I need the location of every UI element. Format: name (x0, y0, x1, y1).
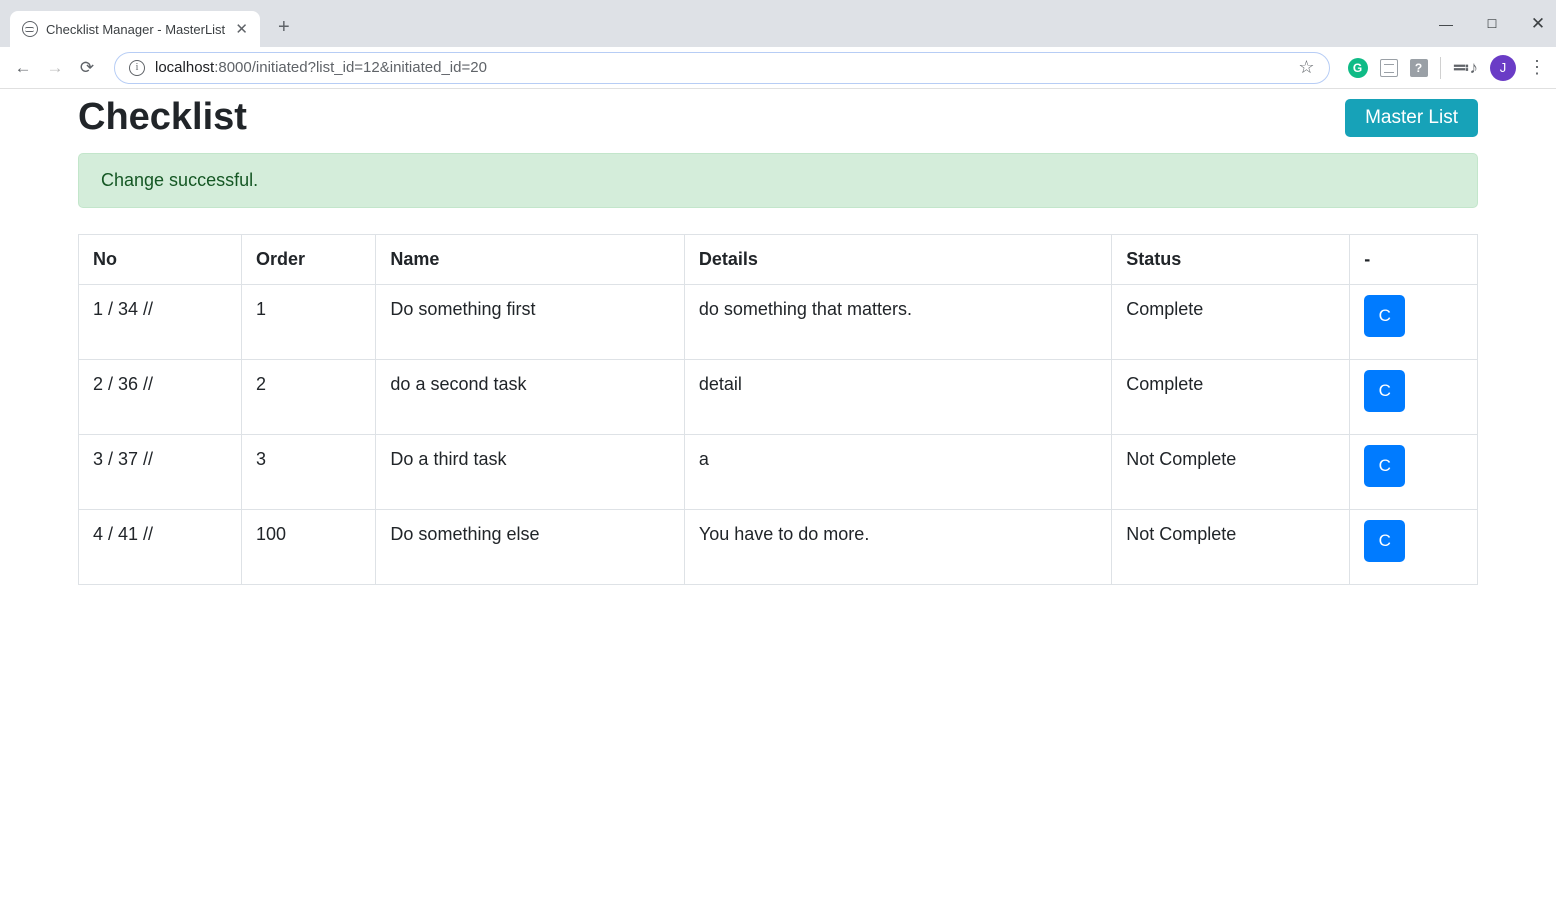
cell-order: 1 (242, 285, 376, 360)
checklist-table: No Order Name Details Status - 1 / 34 //… (78, 234, 1478, 585)
cell-actions: C (1350, 510, 1478, 585)
site-info-icon[interactable]: i (129, 60, 145, 76)
maximize-button[interactable]: ☐ (1482, 17, 1502, 31)
success-alert: Change successful. (78, 153, 1478, 208)
cell-status: Not Complete (1112, 510, 1350, 585)
col-header-status: Status (1112, 235, 1350, 285)
complete-button[interactable]: C (1364, 520, 1405, 562)
browser-tab[interactable]: Checklist Manager - MasterList ✕ (10, 11, 260, 47)
cell-details: a (684, 435, 1111, 510)
minimize-button[interactable]: — (1436, 16, 1456, 32)
cell-no: 4 / 41 // (79, 510, 242, 585)
cell-no: 2 / 36 // (79, 360, 242, 435)
cell-order: 2 (242, 360, 376, 435)
col-header-details: Details (684, 235, 1111, 285)
col-header-name: Name (376, 235, 684, 285)
browser-toolbar: ← → ⟳ i localhost:8000/initiated?list_id… (0, 47, 1556, 89)
new-tab-button[interactable]: + (278, 16, 290, 39)
master-list-button[interactable]: Master List (1345, 99, 1478, 137)
address-bar[interactable]: i localhost:8000/initiated?list_id=12&in… (114, 52, 1330, 84)
table-row: 4 / 41 // 100 Do something else You have… (79, 510, 1478, 585)
media-control-icon[interactable]: ≕♪ (1453, 58, 1479, 78)
cell-details: do something that matters. (684, 285, 1111, 360)
cell-actions: C (1350, 435, 1478, 510)
page-content: Checklist Master List Change successful.… (0, 89, 1556, 585)
cell-order: 100 (242, 510, 376, 585)
forward-button: → (44, 58, 66, 78)
tab-title: Checklist Manager - MasterList (46, 22, 225, 37)
cell-name: Do something first (376, 285, 684, 360)
table-row: 2 / 36 // 2 do a second task detail Comp… (79, 360, 1478, 435)
close-tab-icon[interactable]: ✕ (235, 20, 248, 38)
window-controls: — ☐ ✕ (1436, 0, 1548, 47)
col-header-actions: - (1350, 235, 1478, 285)
cell-status: Complete (1112, 285, 1350, 360)
profile-avatar[interactable]: J (1490, 55, 1516, 81)
table-header-row: No Order Name Details Status - (79, 235, 1478, 285)
complete-button[interactable]: C (1364, 445, 1405, 487)
complete-button[interactable]: C (1364, 370, 1405, 412)
cell-order: 3 (242, 435, 376, 510)
close-window-button[interactable]: ✕ (1528, 14, 1548, 34)
cell-no: 1 / 34 // (79, 285, 242, 360)
reload-button[interactable]: ⟳ (76, 58, 98, 78)
toolbar-separator (1440, 57, 1441, 79)
table-row: 1 / 34 // 1 Do something first do someth… (79, 285, 1478, 360)
browser-tab-strip: Checklist Manager - MasterList ✕ + — ☐ ✕ (0, 0, 1556, 47)
back-button[interactable]: ← (12, 58, 34, 78)
help-extension-icon[interactable]: ? (1410, 59, 1428, 77)
cell-name: Do something else (376, 510, 684, 585)
extensions-area: G ? ≕♪ J ⋮ (1348, 55, 1545, 81)
cell-details: You have to do more. (684, 510, 1111, 585)
bookmark-star-icon[interactable]: ☆ (1298, 57, 1314, 78)
cell-status: Not Complete (1112, 435, 1350, 510)
col-header-no: No (79, 235, 242, 285)
grammarly-extension-icon[interactable]: G (1348, 58, 1368, 78)
col-header-order: Order (242, 235, 376, 285)
page-header: Checklist Master List (78, 96, 1478, 139)
kebab-menu-icon[interactable]: ⋮ (1528, 57, 1544, 78)
globe-icon (22, 21, 38, 37)
cell-actions: C (1350, 360, 1478, 435)
cell-name: Do a third task (376, 435, 684, 510)
cell-details: detail (684, 360, 1111, 435)
reader-extension-icon[interactable] (1380, 59, 1398, 77)
page-title: Checklist (78, 96, 247, 139)
table-row: 3 / 37 // 3 Do a third task a Not Comple… (79, 435, 1478, 510)
cell-name: do a second task (376, 360, 684, 435)
cell-actions: C (1350, 285, 1478, 360)
cell-status: Complete (1112, 360, 1350, 435)
complete-button[interactable]: C (1364, 295, 1405, 337)
cell-no: 3 / 37 // (79, 435, 242, 510)
url-host: localhost:8000/initiated?list_id=12&init… (155, 59, 487, 76)
